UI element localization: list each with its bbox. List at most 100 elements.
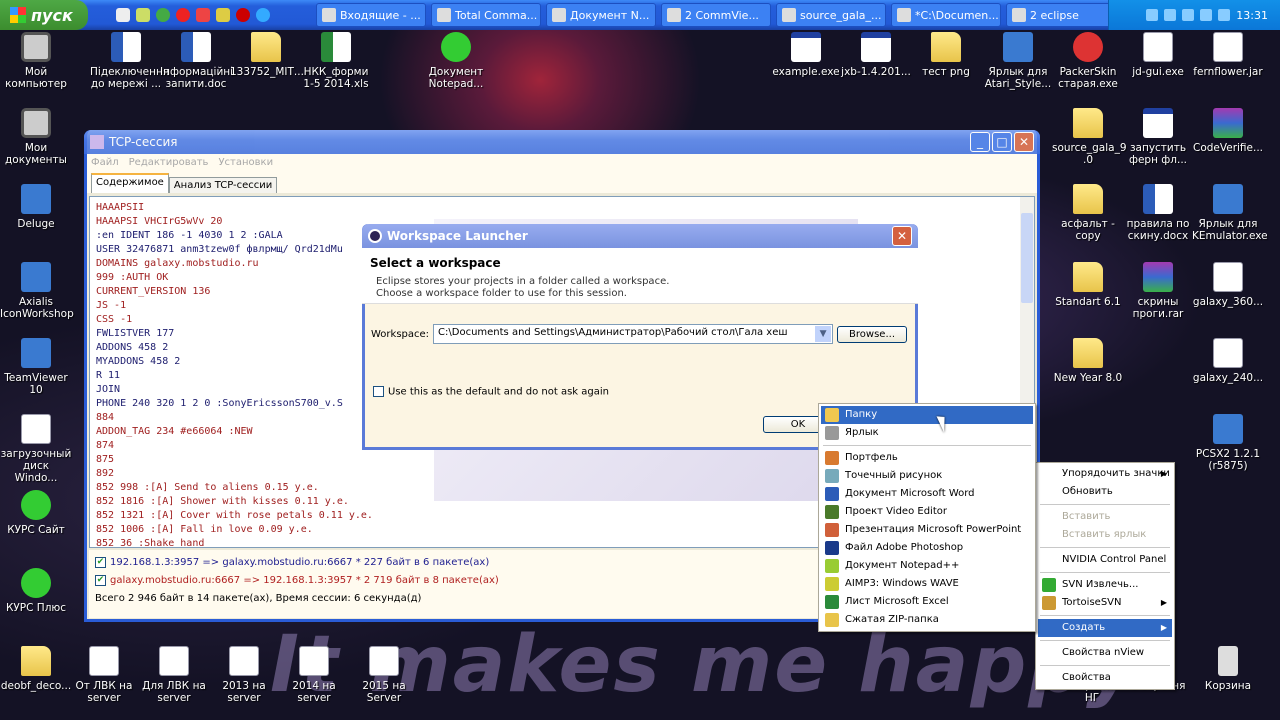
app-icon [21,338,51,368]
menu-item[interactable]: Сжатая ZIP-папка [821,611,1033,629]
taskbar-button[interactable]: *C:\Documen... [891,3,1001,27]
close-button[interactable]: ✕ [1014,132,1034,152]
menu-item[interactable]: Портфель [821,449,1033,467]
desktop-icon[interactable]: загрузочный диск Windo... [0,414,72,484]
desktop-icon[interactable]: galaxy_240... [1192,338,1264,384]
desktop-icon[interactable]: 2013 на server [208,646,280,704]
desktop-icon[interactable]: тест png [910,32,982,78]
menu-item[interactable]: AIMP3: Windows WAVE [821,575,1033,593]
chevron-down-icon[interactable]: ▼ [815,326,832,342]
tray-icon[interactable] [1164,9,1177,21]
desktop-icon[interactable]: fernflower.jar [1192,32,1264,78]
desktop-icon[interactable]: Мои документы [0,108,72,166]
menu-item[interactable]: Обновить [1038,483,1172,501]
menu-item[interactable]: Вставить [1038,508,1172,526]
tab-contents[interactable]: Содержимое [91,173,169,193]
menu-item[interactable]: SVN Извлечь... [1038,576,1172,594]
taskbar-button[interactable]: Total Comma... [431,3,541,27]
desktop-icon[interactable]: Документ Notepad... [420,32,492,90]
menu-settings[interactable]: Установки [218,157,273,170]
desktop-icon[interactable]: example.exe [770,32,842,78]
menu-item[interactable]: Ярлык [821,424,1033,442]
taskbar-button[interactable]: Входящие - ... [316,3,426,27]
desktop-icon[interactable]: Ярлык для Atari_Style... [982,32,1054,90]
taskbar-button[interactable]: 2 eclipse [1006,3,1116,27]
opera-icon[interactable] [236,8,250,22]
desktop-icon[interactable]: PackerSkin старая.exe [1052,32,1124,90]
menu-item-label: Документ Notepad++ [845,560,960,571]
desktop-icon[interactable]: galaxy_360... [1192,262,1264,308]
workspace-combobox[interactable]: C:\Documents and Settings\Администратор\… [433,324,834,344]
maximize-button[interactable]: □ [992,132,1012,152]
menu-item[interactable]: Точечный рисунок [821,467,1033,485]
menu-file[interactable]: Файл [91,157,119,170]
stream-in-checkbox[interactable]: ✔ [95,574,106,586]
menu-item[interactable]: Свойства [1038,669,1172,687]
desktop-icon[interactable]: Ярлык для KEmulator.exe [1192,184,1268,242]
bug-icon[interactable] [216,8,230,22]
desktop-icon[interactable]: Корзина [1192,646,1264,692]
desktop-icon[interactable]: deobf_deco... [0,646,72,692]
desktop-icon[interactable]: От ЛВК на server [68,646,140,704]
desktop-icon[interactable]: TeamViewer 10 [0,338,72,396]
menu-item[interactable]: Папку [821,406,1033,424]
menu-item[interactable]: Файл Adobe Photoshop [821,539,1033,557]
default-checkbox[interactable] [373,386,384,397]
desktop-icon[interactable]: правила по скину.docx [1122,184,1194,242]
desktop-icon[interactable]: Для ЛВК на server [138,646,210,704]
menu-item[interactable]: Лист Microsoft Excel [821,593,1033,611]
desktop-icon[interactable]: КУРС Плюс [0,568,72,614]
desktop-icon[interactable]: PCSX2 1.2.1 (r5875) [1192,414,1264,472]
telegram-icon[interactable] [256,8,270,22]
scroll-thumb[interactable] [1021,213,1033,303]
desktop-icon[interactable]: New Year 8.0 [1052,338,1124,384]
desktop-icon[interactable]: CodeVerifie... [1192,108,1264,154]
desktop-icon[interactable]: Standart 6.1 [1052,262,1124,308]
desktop-icon[interactable]: Deluge [0,184,72,230]
menu-item[interactable]: Создать ▶ [1038,619,1172,637]
chrome-icon[interactable] [156,8,170,22]
menu-item[interactable]: NVIDIA Control Panel [1038,551,1172,569]
menu-item[interactable]: Презентация Microsoft PowerPoint [821,521,1033,539]
notepad-icon[interactable] [136,8,150,22]
desktop-icon[interactable]: Мой компьютер [0,32,72,90]
menu-item[interactable]: Упорядочить значки ▶ [1038,465,1172,483]
desktop-icon[interactable]: Інформаційні запити.doc [160,32,233,90]
close-button[interactable]: ✕ [892,226,912,246]
desktop-icon[interactable]: запустить ферн фл... [1122,108,1194,166]
tab-analysis[interactable]: Анализ TCP-сессии [168,177,278,193]
desktop-icon[interactable]: КУРС Сайт [0,490,72,536]
desktop-icon[interactable]: jxb-1.4.201... [840,32,912,78]
network-icon[interactable] [1218,9,1231,21]
menu-item[interactable]: Вставить ярлык [1038,526,1172,544]
desktop-icon[interactable]: НКК_форми 1-5 2014.xls [300,32,372,90]
tray-icon[interactable] [1200,9,1213,21]
menu-edit[interactable]: Редактировать [129,157,209,170]
floppy-icon[interactable] [116,8,130,22]
menu-item[interactable]: Документ Microsoft Word [821,485,1033,503]
desktop-icon[interactable]: 133752_МІТ... [230,32,304,78]
taskbar-button[interactable]: 2 CommVie... [661,3,771,27]
start-button[interactable]: пуск [0,0,88,30]
tray-icon[interactable] [1182,9,1195,21]
desktop-icon[interactable]: Axialis IconWorkshop [0,262,74,320]
menu-item[interactable]: Проект Video Editor [821,503,1033,521]
desktop-icon[interactable]: скрины проги.rar [1122,262,1194,320]
desktop-icon[interactable]: асфальт - copy [1052,184,1124,242]
tray-expand-icon[interactable] [1146,9,1159,21]
menu-item[interactable]: TortoiseSVN ▶ [1038,594,1172,612]
opera-icon[interactable] [176,8,190,22]
menu-item[interactable]: Документ Notepad++ [821,557,1033,575]
desktop-icon[interactable]: source_gala_9 .0 [1052,108,1127,166]
desktop-icon[interactable]: 2015 на Server [348,646,420,704]
taskbar-button[interactable]: Документ N... [546,3,656,27]
desktop-icon[interactable]: Підеключення до мережі ... [90,32,169,90]
minimize-button[interactable]: _ [970,132,990,152]
app-icon[interactable] [196,8,210,22]
menu-item[interactable]: Свойства nView [1038,644,1172,662]
desktop-icon[interactable]: 2014 на server [278,646,350,704]
stream-out-checkbox[interactable]: ✔ [95,556,106,568]
desktop-icon[interactable]: jd-gui.exe [1122,32,1194,78]
browse-button[interactable]: Browse... [837,325,908,343]
taskbar-button[interactable]: source_gala_... [776,3,886,27]
